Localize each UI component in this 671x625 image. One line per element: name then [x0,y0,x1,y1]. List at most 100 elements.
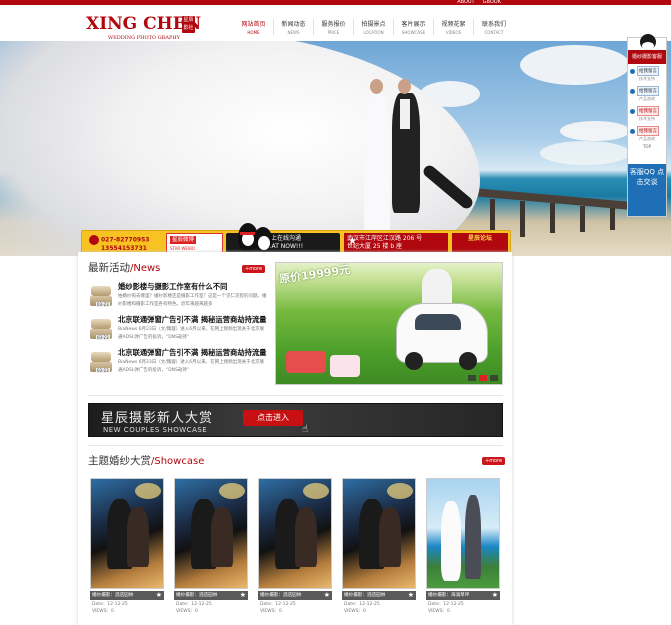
feature-dot[interactable] [468,375,476,381]
news-more-link[interactable]: +more [242,265,266,273]
leave-message-button[interactable]: 给我留言 [637,66,659,76]
leave-message-button[interactable]: 给我留言 [637,86,659,96]
qq-icon [630,108,635,114]
favorite-star-icon[interactable]: ★ [408,591,414,600]
showcase-ad-banner[interactable]: 星辰摄影新人大赏 NEW COUPLES SHOWCASE 点击进入 ☝ [88,403,503,437]
news-section-title: 最新活动/News [88,260,160,275]
qq-penguin-belly [642,42,654,50]
phone-2: 13554153731 [101,245,147,252]
logo-seal: 星辰影社 [182,16,195,33]
favorite-star-icon[interactable]: ★ [156,591,162,600]
showcase-image[interactable] [342,478,416,589]
feature-dots [468,375,498,381]
news-item[interactable]: 03-23 婚纱影楼与摄影工作室有什么不同 拍婚纱照去哪里？婚纱影楼还是摄影工作… [88,282,268,315]
main-nav: 网站首页 HOME 新闻动态 NEWS 服务报价 PRICE 拍摄景点 LOCATION… [234,19,514,35]
cloud [560,121,630,141]
info-bar: 027-82770953 13554153731 星辰微博 STAR WEIBO… [81,223,511,254]
chat-now-button[interactable]: 马上在线沟通 CHAT NOW!!! [226,223,340,253]
nav-item-price[interactable]: 服务报价 PRICE [314,19,354,35]
feature-slideshow[interactable]: 原价19999元 [275,262,503,385]
news-date-tag: 03-23 [96,335,110,340]
nav-item-news[interactable]: 新闻动态 NEWS [274,19,314,35]
divider [88,395,503,396]
phone-icon [89,235,99,245]
feature-dot[interactable] [490,375,498,381]
showcase-image[interactable] [426,478,500,589]
favorite-star-icon[interactable]: ★ [324,591,330,600]
trophy-icon: 03-23 [90,286,112,308]
showcase-label-text: 婚纱摄影：酒店园林 [92,593,134,598]
main-content: 最新活动/News +more 03-23 婚纱影楼与摄影工作室有什么不同 拍婚… [78,252,512,625]
showcase-label: 婚纱摄影：海滩草坪 ★ [426,591,500,600]
leave-message-button[interactable]: 给我留言 [637,126,659,136]
favorite-star-icon[interactable]: ★ [492,591,498,600]
nav-item-showcase[interactable]: 客片展示 SHOWCASE [394,19,434,35]
enter-button[interactable]: 点击进入 [243,410,303,426]
showcase-card[interactable]: 婚纱摄影：酒店园林 ★ Date：12-12-25 VIEWS：0 [258,478,332,620]
showcase-card[interactable]: 婚纱摄影：酒店园林 ★ Date：12-12-25 VIEWS：0 [342,478,416,620]
nav-label: 服务报价 [321,21,346,28]
showcase-image[interactable] [174,478,248,589]
pier-post [550,203,555,233]
feature-dot[interactable] [479,375,487,381]
favorite-star-icon[interactable]: ★ [240,591,246,600]
sidebar-caption: 技术支持 [639,76,655,81]
trophy-icon: 03-23 [90,319,112,341]
news-title[interactable]: 北京联通弹窗广告引不满 揭秘运营商劫持流量 [118,348,268,358]
address-line-1: 武汉市江岸区江汉路 206 号 [347,235,423,242]
showcase-image[interactable] [258,478,332,589]
nav-label: 客片展示 [401,21,426,28]
forum-button[interactable]: 星辰论坛 [452,233,508,253]
showcase-image[interactable] [90,478,164,589]
nav-sublabel: CONTACT [484,30,504,35]
showcase-date: Date：12-12-25 [260,602,296,607]
nav-sublabel: VIDEOS [445,30,462,35]
groom-shirt [400,99,410,129]
nav-sublabel: HOME [247,30,260,35]
showcase-label-text: 婚纱摄影：海滩草坪 [428,593,470,598]
showcase-views: VIEWS：0 [344,609,366,614]
showcase-card[interactable]: 婚纱摄影：酒店园林 ★ Date：12-12-25 VIEWS：0 [174,478,248,620]
vehicle-image [286,351,326,373]
showcase-more-link[interactable]: +more [482,457,506,465]
back-to-top-button[interactable]: TOP [628,144,666,149]
pier-post [580,206,585,232]
service-sidebar: 婚纱摄影客服 给我留言 技术支持 给我留言 产品咨询 给我留言 技术支持 给我留… [627,34,667,217]
sidebar-caption: 技术支持 [639,116,655,121]
qq-chat-button[interactable]: 客服QQ 点击交谈 [628,164,666,216]
showcase-card[interactable]: 婚纱摄影：海滩草坪 ★ Date：12-12-25 VIEWS：0 [426,478,500,620]
weibo-link[interactable]: 星辰微博 STAR WEIBO [166,233,223,253]
showcase-meta: Date：12-12-25 VIEWS：0 [92,601,128,615]
news-item[interactable]: 03-23 北京联通弹窗广告引不满 揭秘运营商劫持流量 BiaNews 6月23… [88,315,268,348]
logo[interactable]: XING CHEN WEDDING PHOTO GRAPHY 星辰影社 [86,14,201,42]
news-title[interactable]: 婚纱影楼与摄影工作室有什么不同 [118,282,268,292]
news-desc: BiaNews 6月23日（文/魏璇）进入6月以来，在网上频频出现关于北京联通A… [118,360,265,373]
nav-item-location[interactable]: 拍摄景点 LOCATION [354,19,394,35]
hero-banner[interactable] [0,41,671,256]
showcase-grid: 婚纱摄影：酒店园林 ★ Date：12-12-25 VIEWS：0 婚纱摄影：酒店园… [90,478,500,620]
news-item[interactable]: 03-23 北京联通弹窗广告引不满 揭秘运营商劫持流量 BiaNews 6月23… [88,348,268,381]
news-title-cn: 最新活动 [88,262,130,274]
news-desc: 拍婚纱照去哪里？婚纱影楼还是摄影工作室？这是一个见仁见智的问题。婚纱影楼和摄影工… [118,294,267,307]
showcase-date: Date：12-12-25 [92,602,128,607]
nav-item-videos[interactable]: 视频花絮 VIDEOS [434,19,474,35]
qq-icon [630,88,635,94]
sidebar-header: 婚纱摄影客服 [628,50,666,64]
bride [364,91,390,241]
news-date-tag: 03-23 [96,302,110,307]
nav-item-home[interactable]: 网站首页 HOME [234,19,274,35]
pier-post [520,201,525,237]
showcase-card[interactable]: 婚纱摄影：酒店园林 ★ Date：12-12-25 VIEWS：0 [90,478,164,620]
nav-sublabel: LOCATION [363,30,384,35]
news-title[interactable]: 北京联通弹窗广告引不满 揭秘运营商劫持流量 [118,315,268,325]
showcase-section-title: 主题婚纱大赏/Showcase [88,453,204,468]
qq-penguin-icon [254,227,272,251]
showcase-label-text: 婚纱摄影：酒店园林 [344,593,386,598]
address-block: ★ 武汉市江岸区江汉路 206 号 世纪大厦 25 楼 b 座 [344,233,448,253]
showcase-label: 婚纱摄影：酒店园林 ★ [258,591,332,600]
nav-item-contact[interactable]: 联系我们 CONTACT [474,19,514,35]
ad-title: 星辰摄影新人大赏 [101,411,214,426]
cloud [520,45,630,85]
leave-message-button[interactable]: 给我留言 [637,106,659,116]
promo-text: 原价19999元 [278,263,351,286]
